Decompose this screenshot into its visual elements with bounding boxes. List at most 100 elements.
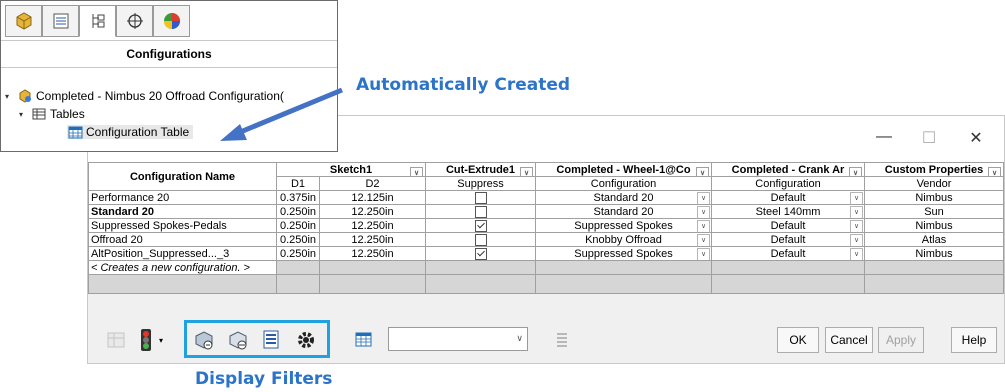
configuration-table-icon <box>67 125 83 139</box>
suppress-checkbox[interactable] <box>474 205 487 218</box>
crank-config-cell[interactable]: Default ∨ <box>711 246 865 261</box>
tree-tables-item[interactable]: ▾ Tables <box>5 105 284 123</box>
dim-xpert-tab[interactable] <box>116 5 153 37</box>
d1-value-cell[interactable]: 0.250in <box>276 204 320 219</box>
sketch1-header[interactable]: Sketch1 ∨ <box>276 162 426 177</box>
chevron-down-icon[interactable]: ∨ <box>697 220 710 232</box>
d2-value-cell[interactable]: 12.125in <box>319 190 426 205</box>
d2-value-cell[interactable]: 12.250in <box>319 246 426 261</box>
property-manager-tab[interactable] <box>42 5 79 37</box>
chevron-down-icon[interactable]: ∨ <box>850 220 863 232</box>
d2-value-cell[interactable]: 12.250in <box>319 232 426 247</box>
crank-config-cell[interactable]: Default ∨ <box>711 232 865 247</box>
expand-arrow-icon[interactable]: ▾ <box>5 92 17 101</box>
display-manager-icon <box>163 13 180 29</box>
table-row[interactable]: Standard 20 0.250in 12.250in Standard 20 ∨ St… <box>88 204 1004 219</box>
empty-cell <box>276 274 320 294</box>
custom-properties-header[interactable]: Custom Properties ∨ <box>864 162 1004 177</box>
cancel-button[interactable]: Cancel <box>825 327 873 353</box>
configuration-name-cell[interactable]: Suppressed Spokes-Pedals <box>88 218 277 233</box>
vendor-cell[interactable]: Atlas <box>864 232 1004 247</box>
chevron-down-icon[interactable]: ∨ <box>410 167 423 176</box>
chevron-down-icon[interactable]: ∨ <box>520 167 533 176</box>
chevron-down-icon[interactable]: ∨ <box>697 248 710 260</box>
view-select[interactable]: ∨ <box>388 327 528 351</box>
show-all-parameters-button[interactable] <box>258 326 286 354</box>
chevron-down-icon[interactable]: ∨ <box>850 192 863 204</box>
new-configuration-row[interactable]: < Creates a new configuration. > <box>88 260 1004 275</box>
wheel-header[interactable]: Completed - Wheel-1@Co ∨ <box>535 162 712 177</box>
close-button[interactable]: ✕ <box>956 128 996 148</box>
vendor-cell[interactable]: Nimbus <box>864 246 1004 261</box>
crank-header[interactable]: Completed - Crank Ar ∨ <box>711 162 865 177</box>
tree-config-table-item[interactable]: Configuration Table <box>5 123 284 141</box>
help-button[interactable]: Help <box>951 327 997 353</box>
apply-button[interactable]: Apply <box>878 327 924 353</box>
configuration-name-cell[interactable]: Offroad 20 <box>88 232 277 247</box>
d1-subheader: D1 <box>276 176 320 191</box>
d1-value-cell[interactable]: 0.250in <box>276 218 320 233</box>
table-row[interactable]: AltPosition_Suppressed..._3 0.250in 12.250… <box>88 246 1004 261</box>
wheel-config-cell[interactable]: Standard 20 ∨ <box>535 204 712 219</box>
chevron-down-icon[interactable]: ∨ <box>697 206 710 218</box>
auto-size-columns-button[interactable] <box>102 326 130 354</box>
d1-value-cell[interactable]: 0.250in <box>276 246 320 261</box>
chevron-down-icon[interactable]: ∨ <box>697 234 710 246</box>
chevron-down-icon[interactable]: ∨ <box>516 333 523 344</box>
empty-cell <box>864 274 1004 294</box>
suppress-checkbox[interactable] <box>474 219 487 232</box>
maximize-button[interactable]: ☐ <box>909 128 949 148</box>
configuration-name-cell[interactable]: Performance 20 <box>88 190 277 205</box>
wheel-config-value: Standard 20 <box>593 205 654 218</box>
chevron-down-icon[interactable]: ∨ <box>696 167 709 176</box>
table-row[interactable]: Performance 20 0.375in 12.125in Standard 20… <box>88 190 1004 205</box>
vendor-cell[interactable]: Sun <box>864 204 1004 219</box>
vendor-cell[interactable]: Nimbus <box>864 218 1004 233</box>
d2-value-cell[interactable]: 12.250in <box>319 204 426 219</box>
crank-config-cell[interactable]: Default ∨ <box>711 218 865 233</box>
expand-arrow-icon[interactable]: ▾ <box>19 110 31 119</box>
display-manager-tab[interactable] <box>153 5 190 37</box>
suppress-checkbox[interactable] <box>474 247 487 260</box>
configuration-name-cell[interactable]: Standard 20 <box>88 204 277 219</box>
config-table-selection[interactable]: Configuration Table <box>67 125 194 139</box>
vendor-cell[interactable]: Nimbus <box>864 190 1004 205</box>
crank-config-cell[interactable]: Steel 140mm ∨ <box>711 204 865 219</box>
dropdown-arrow-icon[interactable]: ▾ <box>154 326 168 354</box>
table-options-button[interactable] <box>350 326 378 354</box>
chevron-down-icon[interactable]: ∨ <box>988 167 1001 176</box>
table-row[interactable]: Suppressed Spokes-Pedals 0.250in 12.250in S… <box>88 218 1004 233</box>
d2-value-cell[interactable]: 12.250in <box>319 218 426 233</box>
configuration-manager-tab[interactable] <box>79 5 116 37</box>
d2-subheader: D2 <box>319 176 426 191</box>
crank-config-cell[interactable]: Default ∨ <box>711 190 865 205</box>
new-configuration-cell[interactable]: < Creates a new configuration. > <box>88 260 277 275</box>
feature-manager-tab[interactable] <box>5 5 42 37</box>
chevron-down-icon[interactable]: ∨ <box>849 167 862 176</box>
chevron-down-icon[interactable]: ∨ <box>850 234 863 246</box>
table-row[interactable]: Offroad 20 0.250in 12.250in Knobby Offroad ∨… <box>88 232 1004 247</box>
minimize-button[interactable]: — <box>864 128 904 146</box>
save-view-button[interactable] <box>548 326 576 354</box>
wheel-config-cell[interactable]: Suppressed Spokes ∨ <box>535 246 712 261</box>
tree-root-item[interactable]: ▾ Completed - Nimbus 20 Offroad Configur… <box>5 87 284 105</box>
settings-filter-button[interactable] <box>292 326 320 354</box>
chevron-down-icon[interactable]: ∨ <box>697 192 710 204</box>
configuration-name-cell[interactable]: AltPosition_Suppressed..._3 <box>88 246 277 261</box>
ok-button[interactable]: OK <box>777 327 819 353</box>
suppress-checkbox[interactable] <box>474 191 487 204</box>
chevron-down-icon[interactable]: ∨ <box>850 248 863 260</box>
dim-xpert-icon <box>126 13 143 29</box>
d1-value-cell[interactable]: 0.375in <box>276 190 320 205</box>
cut-extrude1-header[interactable]: Cut-Extrude1 ∨ <box>425 162 536 177</box>
tree-root-label: Completed - Nimbus 20 Offroad Configurat… <box>36 89 284 103</box>
suppress-checkbox[interactable] <box>474 233 487 246</box>
table-group-header-row: Configuration Name Sketch1 ∨ Cut-Extrude1… <box>88 162 1004 191</box>
wheel-config-cell[interactable]: Standard 20 ∨ <box>535 190 712 205</box>
hide-parameters-filter-button[interactable] <box>224 326 252 354</box>
show-parameters-filter-button[interactable] <box>190 326 218 354</box>
chevron-down-icon[interactable]: ∨ <box>850 206 863 218</box>
d1-value-cell[interactable]: 0.250in <box>276 232 320 247</box>
wheel-config-cell[interactable]: Knobby Offroad ∨ <box>535 232 712 247</box>
wheel-config-cell[interactable]: Suppressed Spokes ∨ <box>535 218 712 233</box>
